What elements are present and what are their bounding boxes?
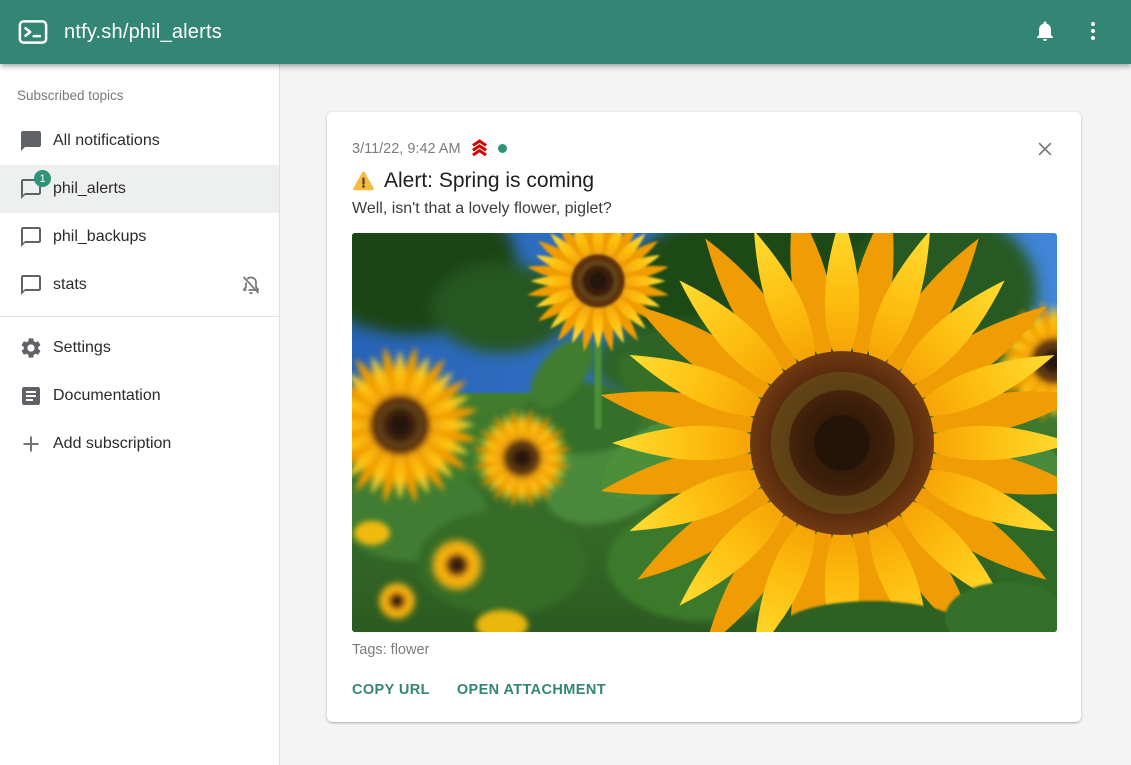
sidebar-item-label: Add subscription <box>53 435 263 453</box>
notification-body: Well, isn't that a lovely flower, piglet… <box>352 200 1057 218</box>
sidebar-item-phil-alerts[interactable]: 1 phil_alerts <box>0 165 279 213</box>
chat-outline-icon <box>19 273 43 297</box>
chat-outline-icon: 1 <box>19 177 43 201</box>
sidebar-item-label: Documentation <box>53 387 263 405</box>
sidebar-item-label: phil_alerts <box>53 180 263 198</box>
notification-actions: COPY URL OPEN ATTACHMENT <box>352 678 1057 702</box>
subscribed-topics-label: Subscribed topics <box>0 72 279 117</box>
sidebar-item-documentation[interactable]: Documentation <box>0 372 279 420</box>
page-title: ntfy.sh/phil_alerts <box>64 21 222 44</box>
notifications-bell-button[interactable] <box>1021 8 1069 56</box>
ntfy-terminal-logo-icon <box>16 15 50 49</box>
copy-url-button[interactable]: COPY URL <box>352 678 430 702</box>
sidebar: Subscribed topics All notifications 1 ph… <box>0 64 280 765</box>
new-notification-dot <box>498 144 507 153</box>
open-attachment-button[interactable]: OPEN ATTACHMENT <box>457 678 606 702</box>
notification-title: Alert: Spring is coming <box>384 169 594 193</box>
sidebar-item-settings[interactable]: Settings <box>0 324 279 372</box>
gear-icon <box>19 336 43 360</box>
sidebar-item-stats[interactable]: stats <box>0 261 279 309</box>
sidebar-item-label: Settings <box>53 339 263 357</box>
sidebar-item-all-notifications[interactable]: All notifications <box>0 117 279 165</box>
plus-icon <box>19 432 43 456</box>
overflow-menu-button[interactable] <box>1069 8 1117 56</box>
sidebar-item-label: stats <box>53 276 239 294</box>
delete-notification-button[interactable] <box>1033 138 1057 162</box>
sidebar-item-add-subscription[interactable]: Add subscription <box>0 420 279 468</box>
unread-count-badge: 1 <box>34 170 51 187</box>
sidebar-item-phil-backups[interactable]: phil_backups <box>0 213 279 261</box>
notification-meta: 3/11/22, 9:42 AM <box>352 138 1057 159</box>
kebab-menu-icon <box>1081 19 1105 46</box>
bell-off-icon <box>239 273 263 297</box>
notification-card: 3/11/22, 9:42 AM Alert: Spring is coming… <box>327 112 1081 722</box>
notification-timestamp: 3/11/22, 9:42 AM <box>352 141 461 157</box>
sidebar-item-label: All notifications <box>53 132 263 150</box>
chat-filled-icon <box>19 129 43 153</box>
priority-high-icon <box>469 138 490 159</box>
chat-outline-icon <box>19 225 43 249</box>
close-icon <box>1035 139 1055 162</box>
bell-icon <box>1033 19 1057 46</box>
app-bar: ntfy.sh/phil_alerts <box>0 0 1131 64</box>
warning-icon <box>352 170 375 193</box>
document-icon <box>19 384 43 408</box>
sidebar-divider <box>0 316 279 317</box>
main-content: 3/11/22, 9:42 AM Alert: Spring is coming… <box>280 64 1131 765</box>
attachment-image[interactable] <box>352 233 1057 632</box>
notification-title-row: Alert: Spring is coming <box>352 169 1057 193</box>
notification-tags: Tags: flower <box>352 642 1057 658</box>
sidebar-item-label: phil_backups <box>53 228 263 246</box>
